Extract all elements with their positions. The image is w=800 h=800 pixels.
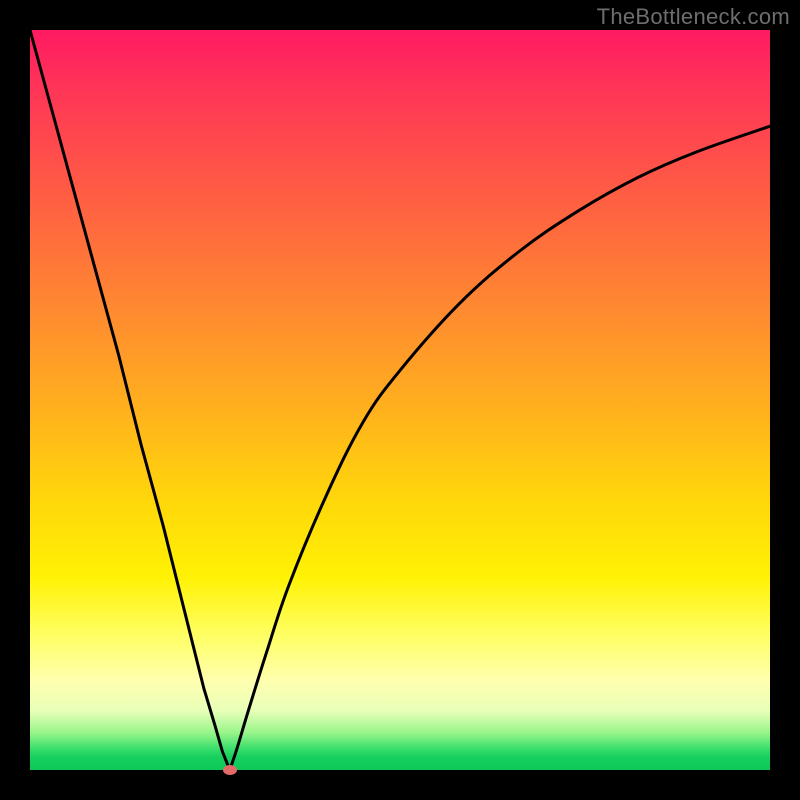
bottleneck-curve — [30, 30, 770, 770]
watermark-text: TheBottleneck.com — [597, 4, 790, 30]
chart-frame: TheBottleneck.com — [0, 0, 800, 800]
plot-area — [30, 30, 770, 770]
optimum-marker — [223, 765, 237, 775]
